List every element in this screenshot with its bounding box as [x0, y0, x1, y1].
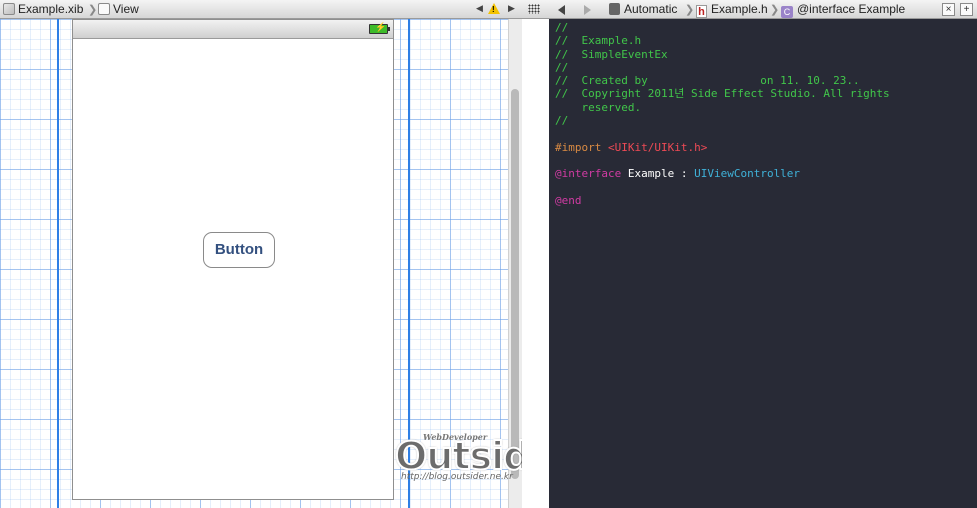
- automatic-icon: [609, 3, 620, 15]
- add-editor-icon[interactable]: +: [960, 3, 973, 16]
- comment-line: // SimpleEventEx: [555, 47, 668, 61]
- iphone-view[interactable]: ⚡ Button: [72, 19, 394, 500]
- comment-line: // Created by on 11. 10. 23..: [555, 74, 860, 88]
- next-issue-icon[interactable]: ▶: [508, 3, 515, 14]
- import-directive: #import: [555, 140, 602, 154]
- comment-line: //: [555, 21, 569, 34]
- ib-jump-bar: Example.xib ❯ View ◀ ! ▶: [0, 0, 522, 19]
- simulated-status-bar: ⚡: [73, 20, 393, 39]
- assistant-editor-pane: Automatic ❯ h Example.h ❯ C @interface Exa…: [522, 0, 977, 508]
- previous-issue-icon[interactable]: ◀: [476, 3, 483, 14]
- header-file-icon: h: [696, 5, 707, 18]
- forward-arrow-icon[interactable]: [584, 5, 591, 15]
- scroll-thumb[interactable]: [511, 89, 519, 479]
- view-icon: [98, 3, 110, 15]
- xib-file-icon: [3, 3, 15, 15]
- battery-icon: ⚡: [369, 22, 390, 34]
- interface-keyword: @interface: [555, 167, 622, 181]
- comment-line: //: [555, 114, 569, 128]
- watermark-url: http://blog.outsider.ne.kr: [401, 472, 513, 482]
- jump-bar-symbol[interactable]: C @interface Example: [781, 2, 905, 18]
- related-items-icon[interactable]: [528, 4, 540, 14]
- round-rect-button[interactable]: Button: [203, 232, 275, 268]
- comment-line: // Example.h: [555, 34, 642, 48]
- layout-guide-left: [57, 19, 59, 508]
- jump-bar-view[interactable]: View: [98, 2, 139, 17]
- superclass-name: UIViewController: [694, 167, 801, 181]
- source-code[interactable]: // // Example.h // SimpleEventEx // // C…: [555, 21, 890, 207]
- path-separator-icon: ❯: [88, 4, 98, 16]
- comment-line: // Copyright 2011년 Side Effect Studio. A…: [555, 87, 890, 101]
- path-separator-icon: ❯: [685, 4, 695, 16]
- class-name: Example :: [627, 167, 688, 181]
- comment-line: //: [555, 60, 569, 74]
- editor-gutter: [522, 19, 549, 508]
- close-editor-icon[interactable]: ×: [942, 3, 955, 16]
- import-path: <UIKit/UIKit.h>: [607, 140, 708, 154]
- warning-icon[interactable]: !: [488, 3, 500, 14]
- path-separator-icon: ❯: [770, 4, 780, 16]
- end-keyword: @end: [555, 193, 582, 207]
- editor-jump-bar: Automatic ❯ h Example.h ❯ C @interface Exa…: [522, 0, 977, 19]
- code-editor[interactable]: // // Example.h // SimpleEventEx // // C…: [549, 19, 977, 508]
- comment-line: reserved.: [555, 100, 642, 114]
- class-icon: C: [781, 6, 793, 18]
- jump-bar-xib-file[interactable]: Example.xib: [3, 2, 83, 17]
- back-arrow-icon[interactable]: [558, 5, 565, 15]
- jump-bar-automatic[interactable]: Automatic: [609, 2, 677, 17]
- jump-bar-header-file[interactable]: h Example.h: [696, 2, 768, 18]
